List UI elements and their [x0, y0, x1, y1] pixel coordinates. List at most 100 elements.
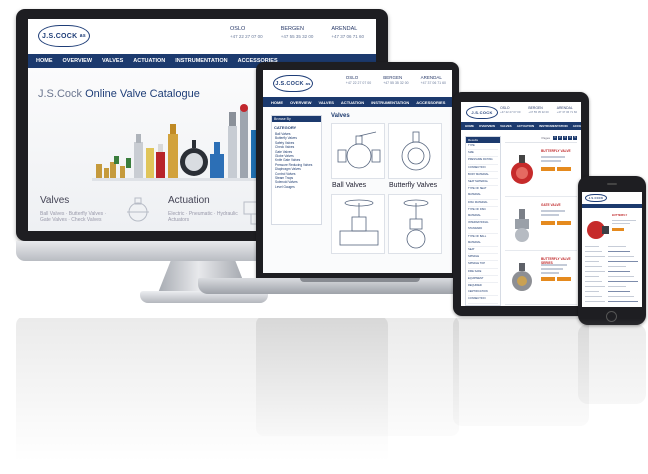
filter-item[interactable]: PRESSURE RATING: [468, 157, 498, 165]
filter-item[interactable]: CONNECTION: [468, 165, 498, 172]
laptop-header: J.S.COCK as OSLO +47 22 27 07 00 BERGEN +4…: [263, 70, 452, 97]
product-spec-line: [541, 156, 565, 158]
nav-overview[interactable]: OVERVIEW: [290, 100, 312, 105]
nav-overview[interactable]: OVERVIEW: [63, 58, 93, 64]
category-actuation[interactable]: Actuation: [168, 195, 210, 206]
category-valves[interactable]: Valves: [40, 195, 69, 206]
enquire-button[interactable]: [557, 167, 571, 171]
nav-overview[interactable]: OVERVIEW: [479, 124, 495, 128]
spec-value: [608, 291, 630, 293]
filter-item[interactable]: TYPE OF SEAT MATERIAL: [468, 186, 498, 200]
site-logo[interactable]: J.S.COCK: [585, 194, 607, 202]
nav-valves[interactable]: VALVES: [319, 100, 334, 105]
nav-actuation[interactable]: ACTUATION: [341, 100, 364, 105]
tile-label-butterfly-valves[interactable]: Butterfly Valves: [389, 182, 437, 189]
grey-gate-valve-image: [515, 209, 529, 242]
nav-instrumentation[interactable]: INSTRUMENTATION: [371, 100, 409, 105]
nav-home[interactable]: HOME: [271, 100, 283, 105]
phone-action-button[interactable]: [612, 228, 624, 231]
filter-item[interactable]: INTERNATIONAL STANDARD: [468, 220, 498, 234]
nav-valves[interactable]: VALVES: [102, 58, 123, 64]
filter-item[interactable]: EQUIPMENT: [468, 276, 498, 284]
office-bergen: BERGEN +47 55 35 32 00: [528, 106, 548, 115]
city-phone[interactable]: +47 55 35 32 00: [528, 110, 548, 114]
city-name: ARENDAL: [331, 26, 358, 32]
spec-value: [608, 296, 634, 298]
product-spec-line: [541, 264, 567, 266]
nav-home[interactable]: HOME: [465, 124, 474, 128]
spec-row: [585, 276, 599, 278]
filter-item[interactable]: TYPE OF DISC MATERIAL: [468, 207, 498, 221]
laptop: J.S.COCK as OSLO +47 22 27 07 00 BERGEN +4…: [256, 62, 459, 281]
enquire-button[interactable]: [557, 277, 571, 281]
site-logo[interactable]: J.S.COCK as: [273, 75, 313, 92]
filter-item[interactable]: FIRE SAFE: [468, 269, 498, 276]
globe-valve-drawing-icon: [403, 199, 429, 249]
product-tile-gate-valves[interactable]: [331, 194, 385, 254]
city-phone[interactable]: +47 55 35 32 00: [383, 81, 408, 87]
product-tile-globe-valves[interactable]: [388, 194, 442, 254]
city-phone[interactable]: +47 37 06 71 60: [331, 33, 364, 40]
filter-item[interactable]: REQUIRED CERTIFICATION: [468, 283, 498, 297]
filter-item[interactable]: TYPE: [468, 143, 498, 151]
category-item[interactable]: Level Gauges: [275, 185, 318, 189]
spec-value: [608, 281, 638, 283]
catalogue-title: J.S.Cock Online Valve Catalogue: [38, 88, 200, 100]
page-4[interactable]: 4: [568, 136, 572, 140]
nav-instrumentation[interactable]: INSTRUMENTATION: [175, 58, 227, 64]
page-1[interactable]: 1: [553, 136, 557, 140]
nav-instrumentation[interactable]: INSTRUMENTATION: [539, 124, 568, 128]
datasheet-button[interactable]: [541, 221, 555, 225]
phone-header: J.S.COCK: [582, 192, 642, 204]
office-bergen: BERGEN +47 55 35 32 00: [383, 75, 408, 86]
filter-item[interactable]: TYPE OF BALL MATERIAL: [468, 234, 498, 248]
city-phone[interactable]: +47 37 06 71 60: [421, 81, 446, 87]
logo-text: J.S.COCK: [275, 80, 304, 87]
product-item[interactable]: GATE VALVE: [505, 201, 577, 251]
nav-actuation[interactable]: ACTUATION: [133, 58, 165, 64]
nav-accessories[interactable]: ACCESSORIES: [573, 124, 581, 128]
product-title[interactable]: GATE VALVE: [541, 203, 561, 207]
catalogue-brand: J.S.Cock: [38, 88, 83, 100]
filter-item[interactable]: DISC MATERIAL: [468, 200, 498, 207]
page-5[interactable]: 5: [573, 136, 577, 140]
product-title[interactable]: BUTTERFLY VALVE: [541, 149, 571, 153]
enquire-button[interactable]: [557, 221, 571, 225]
filter-sidebar: Results TYPE SIZE PRESSURE RATING CONNECTIO…: [465, 136, 501, 306]
filter-item[interactable]: SEAT MATERIAL: [468, 179, 498, 187]
product-spec-line: [541, 210, 565, 212]
product-tile-butterfly-valves[interactable]: [388, 123, 442, 179]
office-contacts: OSLO +47 22 27 07 00 BERGEN +47 55 35 32 0…: [346, 75, 446, 86]
filter-item[interactable]: SEAT: [468, 247, 498, 255]
city-phone[interactable]: +47 22 27 07 00: [230, 33, 263, 40]
city-phone[interactable]: +47 55 35 32 00: [281, 33, 314, 40]
filter-item[interactable]: CONNECTION: [468, 296, 498, 304]
site-logo[interactable]: J.S.COCK: [466, 106, 498, 119]
product-item[interactable]: BUTTERFLY VALVE: [505, 147, 577, 197]
product-tile-ball-valves[interactable]: [331, 123, 385, 179]
site-logo[interactable]: J.S.COCK as: [38, 25, 90, 47]
nav-accessories[interactable]: ACCESSORIES: [416, 100, 445, 105]
datasheet-button[interactable]: [541, 167, 555, 171]
city-phone[interactable]: +47 22 27 07 00: [346, 81, 371, 87]
page-2[interactable]: 2: [558, 136, 562, 140]
filter-item[interactable]: SIZE: [468, 150, 498, 158]
nav-actuation[interactable]: ACTUATION: [517, 124, 534, 128]
datasheet-button[interactable]: [541, 277, 555, 281]
filter-item[interactable]: SPINDLE: [468, 254, 498, 262]
tile-label-ball-valves[interactable]: Ball Valves: [332, 182, 366, 189]
city-phone[interactable]: +47 22 27 07 00: [500, 110, 520, 114]
spec-value: [608, 271, 630, 273]
city-phone[interactable]: +47 37 06 71 60: [557, 110, 577, 114]
spec-row: [585, 246, 599, 248]
filter-item[interactable]: SPINDLE TOP: [468, 261, 498, 269]
tablet-screen: J.S.COCK OSLO +47 22 27 07 00 BERGEN +47 5…: [461, 102, 581, 306]
reflection-fade: [0, 318, 648, 474]
page-3[interactable]: 3: [563, 136, 567, 140]
product-item[interactable]: BUTTERFLY VALVE SERIES: [505, 255, 577, 305]
tablet-header: J.S.COCK OSLO +47 22 27 07 00 BERGEN +47 5…: [461, 102, 581, 122]
nav-valves[interactable]: VALVES: [500, 124, 512, 128]
spec-row: [585, 251, 602, 253]
nav-home[interactable]: HOME: [36, 58, 53, 64]
filter-item[interactable]: BODY MATERIAL: [468, 172, 498, 180]
